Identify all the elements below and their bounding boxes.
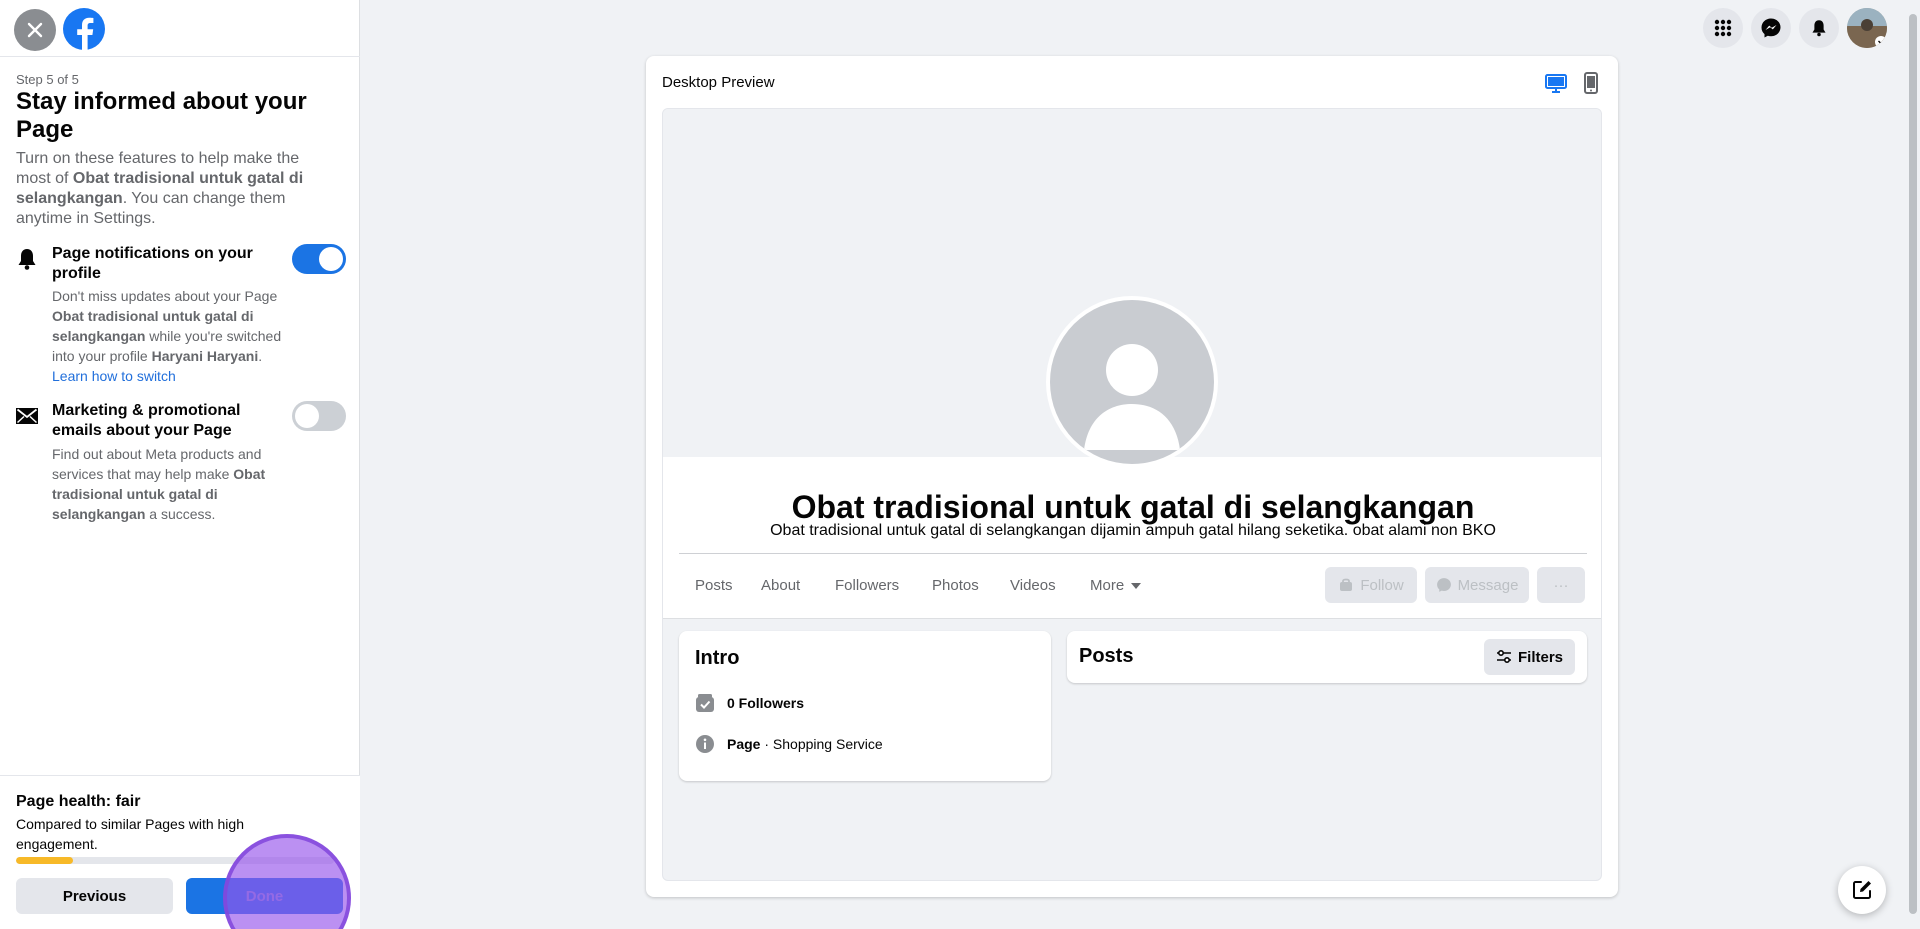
close-icon bbox=[27, 22, 43, 38]
previous-button[interactable]: Previous bbox=[16, 878, 173, 914]
follow-icon bbox=[1340, 578, 1353, 591]
message-label: Message bbox=[1457, 576, 1519, 594]
toggle-knob bbox=[295, 404, 319, 428]
feature-marketing-emails: Marketing & promotional emails about you… bbox=[14, 401, 350, 524]
message-button[interactable]: Message bbox=[1425, 567, 1529, 603]
tab-posts[interactable]: Posts bbox=[695, 577, 733, 594]
filters-button[interactable]: Filters bbox=[1483, 639, 1575, 675]
compose-button[interactable] bbox=[1838, 866, 1886, 914]
page-category: Page · Shopping Service bbox=[727, 736, 883, 752]
panel-intro: Turn on these features to help make the … bbox=[16, 149, 334, 229]
done-button[interactable]: Done bbox=[186, 878, 343, 914]
feature-name: Marketing & promotional emails about you… bbox=[52, 402, 241, 439]
scrollbar[interactable] bbox=[1906, 0, 1920, 929]
person-icon bbox=[1084, 344, 1180, 450]
feature-description: Don't miss updates about your Page Obat … bbox=[52, 286, 292, 386]
tab-photos[interactable]: Photos bbox=[932, 577, 979, 594]
bell-icon bbox=[1812, 20, 1826, 37]
page-description: Obat tradisional untuk gatal di selangka… bbox=[770, 522, 1496, 539]
page-notifications-toggle[interactable] bbox=[292, 244, 346, 274]
page-mockup: Obat tradisional untuk gatal di selangka… bbox=[662, 108, 1602, 881]
close-button[interactable] bbox=[14, 9, 56, 51]
panel-header bbox=[0, 0, 360, 57]
menu-button[interactable] bbox=[1703, 8, 1743, 48]
follow-label: Follow bbox=[1360, 576, 1404, 594]
preview-label: Desktop Preview bbox=[662, 74, 775, 91]
messenger-button[interactable] bbox=[1751, 8, 1791, 48]
page-health-title: Page health: fair bbox=[16, 793, 141, 810]
page-name: Obat tradisional untuk gatal di selangka… bbox=[791, 489, 1475, 525]
intro-title: Intro bbox=[695, 647, 740, 669]
marketing-emails-toggle[interactable] bbox=[292, 401, 346, 431]
category-label: Page bbox=[727, 736, 761, 752]
panel-title: Stay informed about your Page bbox=[16, 88, 307, 143]
mobile-icon[interactable] bbox=[1578, 70, 1604, 96]
step-indicator: Step 5 of 5 bbox=[16, 72, 79, 87]
tab-videos[interactable]: Videos bbox=[1010, 577, 1056, 594]
more-options-button[interactable]: ··· bbox=[1537, 567, 1585, 603]
bell-icon bbox=[18, 249, 36, 270]
feature-page-notifications: Page notifications on your profile Don't… bbox=[14, 244, 350, 384]
learn-how-to-switch-link[interactable]: Learn how to switch bbox=[52, 368, 176, 384]
info-icon bbox=[696, 735, 714, 753]
avatar bbox=[1847, 8, 1887, 48]
feature-description: Find out about Meta products and service… bbox=[52, 444, 292, 524]
notifications-button[interactable] bbox=[1799, 8, 1839, 48]
filters-icon bbox=[1496, 649, 1511, 664]
tab-more[interactable]: More bbox=[1090, 577, 1141, 594]
category-row: Page · Shopping Service bbox=[695, 734, 883, 754]
panel-footer: Page health: fair Compared to similar Pa… bbox=[0, 775, 360, 929]
desc-profile-name: Haryani Haryani bbox=[151, 348, 259, 364]
messenger-icon bbox=[1761, 18, 1781, 38]
facebook-logo-icon[interactable] bbox=[63, 8, 105, 50]
follow-button[interactable]: Follow bbox=[1325, 567, 1417, 603]
divider bbox=[679, 553, 1587, 554]
tab-about[interactable]: About bbox=[761, 577, 800, 594]
intro-card: Intro 0 Followers Page · Shopping Servic… bbox=[679, 631, 1051, 781]
profile-placeholder bbox=[1050, 300, 1214, 464]
account-avatar[interactable] bbox=[1847, 8, 1887, 48]
toggle-knob bbox=[319, 247, 343, 271]
category-separator: · bbox=[760, 736, 773, 752]
desc-text: . bbox=[258, 348, 263, 364]
desc-text: Find out about Meta products and service… bbox=[52, 446, 262, 482]
envelope-icon bbox=[16, 408, 38, 424]
desktop-icon[interactable] bbox=[1543, 70, 1569, 96]
feature-name: Page notifications on your profile bbox=[52, 245, 253, 282]
setup-panel: Step 5 of 5 Stay informed about your Pag… bbox=[0, 0, 360, 929]
posts-card: Posts Filters bbox=[1067, 631, 1587, 683]
desc-text: Don't miss updates about your Page bbox=[52, 288, 278, 304]
grid-menu-icon bbox=[1714, 19, 1732, 37]
tab-followers[interactable]: Followers bbox=[835, 577, 899, 594]
posts-title: Posts bbox=[1079, 645, 1134, 667]
followers-check-icon bbox=[696, 694, 714, 712]
scrollbar-thumb[interactable] bbox=[1909, 14, 1917, 914]
category-value: Shopping Service bbox=[772, 736, 883, 752]
desktop-preview-card: Desktop Preview Obat tradisional untuk g… bbox=[646, 56, 1618, 897]
messenger-icon bbox=[1436, 578, 1451, 592]
profile-picture bbox=[1046, 296, 1218, 468]
page-health-progress-fill bbox=[16, 857, 74, 864]
desc-text: a success. bbox=[145, 506, 216, 522]
page-health-description: Compared to similar Pages with high enga… bbox=[16, 816, 244, 852]
edit-icon bbox=[1853, 881, 1871, 899]
page-health-progress bbox=[16, 857, 334, 864]
filters-label: Filters bbox=[1517, 648, 1563, 666]
followers-count: 0 Followers bbox=[727, 695, 805, 711]
followers-row: 0 Followers bbox=[695, 693, 804, 713]
